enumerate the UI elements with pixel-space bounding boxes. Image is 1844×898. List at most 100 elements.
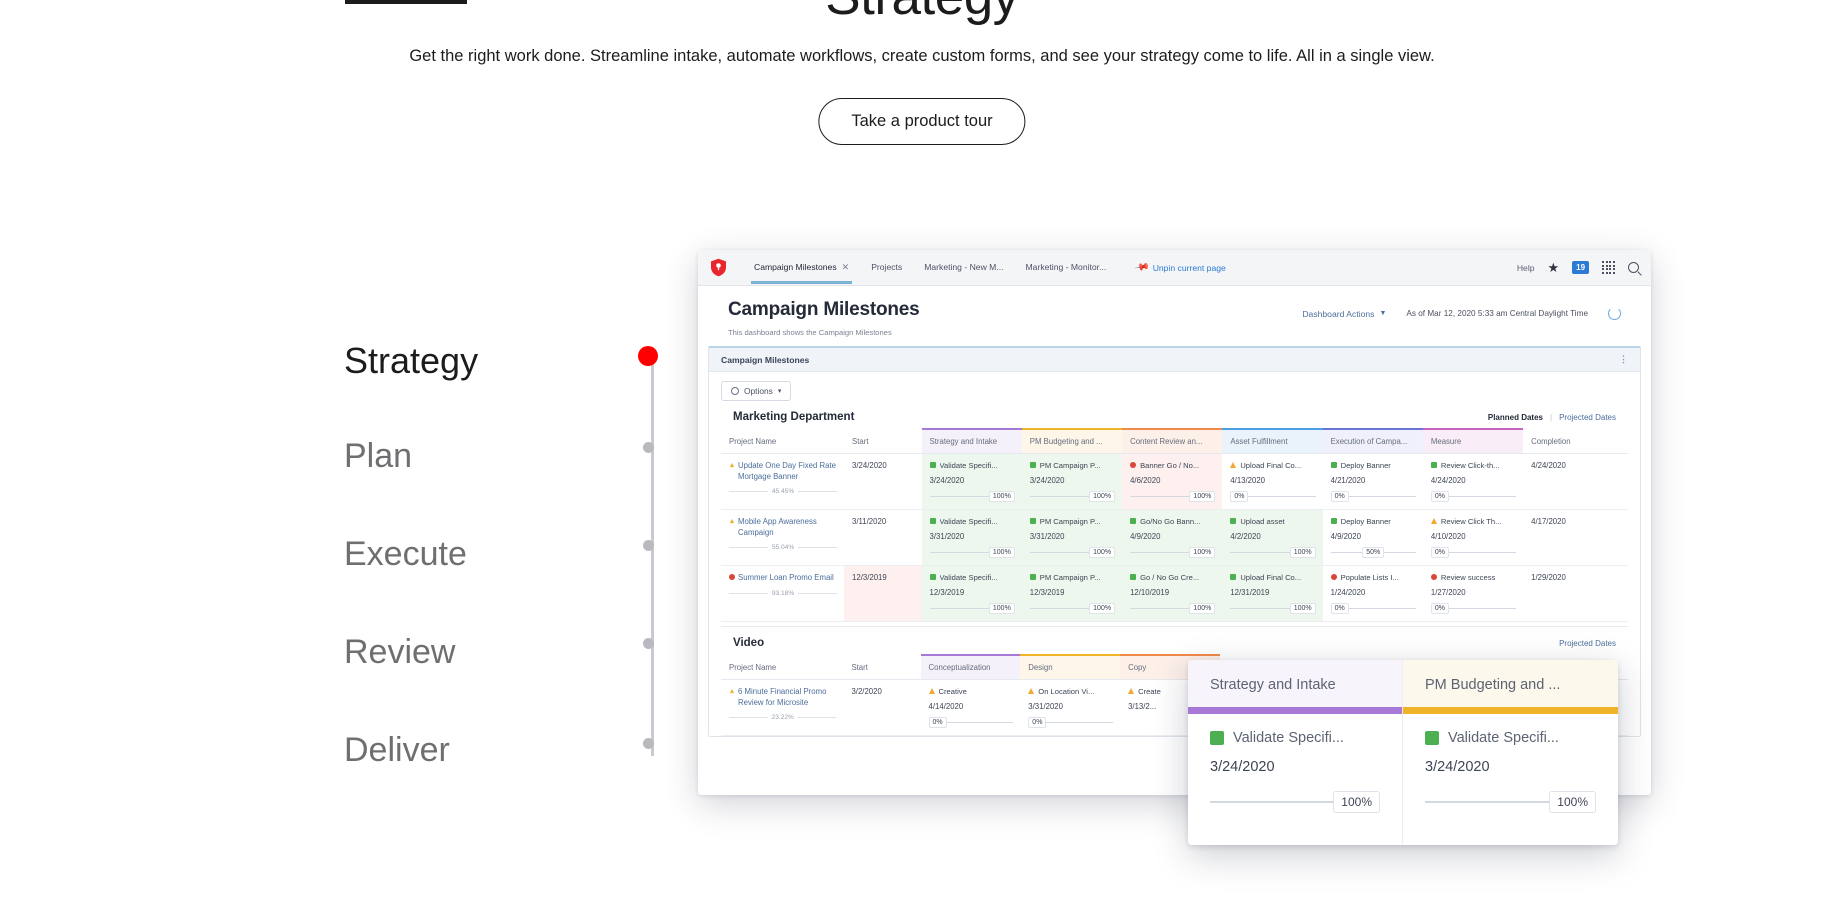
- unpin-current-page-button[interactable]: 📌 Unpin current page: [1117, 259, 1225, 275]
- help-link[interactable]: Help: [1517, 263, 1535, 273]
- col-start[interactable]: Start: [844, 429, 922, 454]
- close-icon[interactable]: ✕: [842, 262, 850, 273]
- marketing-table: Project Name Start Strategy and Intake P…: [721, 428, 1628, 622]
- cell-project-name[interactable]: Summer Loan Promo Email 93.18%: [721, 565, 845, 622]
- cell-task[interactable]: Validate Specifi... 12/3/2019 100%: [921, 565, 1022, 622]
- cell-task[interactable]: Validate Specifi... 3/31/2020 100%: [921, 509, 1022, 566]
- col-measure[interactable]: Measure: [1422, 428, 1524, 454]
- cell-task[interactable]: Creative 4/14/2020 0%: [920, 679, 1021, 736]
- cell-project-name[interactable]: 6 Minute Financial Promo Review for Micr…: [721, 679, 844, 736]
- stepper-item-strategy[interactable]: Strategy: [344, 340, 674, 388]
- table-row[interactable]: Update One Day Fixed Rate Mortgage Banne…: [721, 453, 1628, 510]
- stepper-item-review[interactable]: Review: [344, 633, 674, 681]
- notification-badge[interactable]: 19: [1572, 261, 1590, 274]
- nav-tab-label: Campaign Milestones: [754, 262, 837, 272]
- col-design[interactable]: Design: [1020, 654, 1121, 680]
- cell-task[interactable]: On Location Vi... 3/31/2020 0%: [1020, 679, 1121, 736]
- cell-task[interactable]: Validate Specifi... 3/24/2020 100%: [921, 453, 1022, 510]
- task-name: Validate Specifi...: [939, 517, 998, 526]
- col-pm-budgeting[interactable]: PM Budgeting and ...: [1021, 428, 1123, 454]
- cell-task[interactable]: Review Click Th... 4/10/2020 0%: [1422, 509, 1524, 566]
- col-project-name[interactable]: Project Name: [721, 655, 844, 680]
- panel-title: Campaign Milestones: [721, 354, 810, 365]
- stepper-item-deliver[interactable]: Deliver: [344, 731, 674, 779]
- info-icon[interactable]: ⋮: [1619, 354, 1628, 365]
- search-icon[interactable]: [1628, 262, 1639, 273]
- task-name: Deploy Banner: [1340, 517, 1391, 526]
- magnifier-column-strategy: Strategy and Intake Validate Specifi... …: [1188, 660, 1403, 845]
- cell-task[interactable]: PM Campaign P... 3/31/2020 100%: [1021, 509, 1123, 566]
- gear-icon: [731, 387, 739, 395]
- magnifier-task-row[interactable]: Validate Specifi...: [1425, 730, 1596, 746]
- star-icon[interactable]: ★: [1548, 261, 1560, 274]
- nav-tab-campaign-milestones[interactable]: Campaign Milestones ✕: [743, 252, 860, 284]
- task-pct: 100%: [988, 491, 1015, 502]
- cell-task[interactable]: Banner Go / No... 4/6/2020 100%: [1122, 453, 1223, 510]
- project-name-link[interactable]: 6 Minute Financial Promo Review for Micr…: [738, 687, 836, 708]
- task-date: 12/10/2019: [1130, 588, 1170, 597]
- task-date: 4/9/2020: [1330, 532, 1361, 541]
- video-projected-dates-tab[interactable]: Projected Dates: [1559, 639, 1616, 648]
- options-button[interactable]: Options ▾: [721, 381, 792, 401]
- magnifier-task-date: 3/24/2020: [1425, 759, 1490, 775]
- task-pct: 100%: [1089, 547, 1116, 558]
- task-pct: 100%: [1289, 547, 1316, 558]
- cell-task[interactable]: Go/No Go Bann... 4/9/2020 100%: [1122, 509, 1223, 566]
- cell-task[interactable]: Deploy Banner 4/9/2020 50%: [1322, 509, 1423, 566]
- chevron-down-icon: ▼: [1379, 310, 1387, 317]
- cell-task[interactable]: Upload asset 4/2/2020 100%: [1222, 509, 1323, 566]
- task-name: Validate Specifi...: [939, 461, 998, 470]
- cell-task[interactable]: PM Campaign P... 3/24/2020 100%: [1021, 453, 1123, 510]
- shield-logo-icon[interactable]: [710, 258, 727, 277]
- magnifier-task-row[interactable]: Validate Specifi...: [1210, 730, 1380, 746]
- dashboard-actions-dropdown[interactable]: Dashboard Actions ▼: [1302, 309, 1386, 319]
- take-product-tour-button[interactable]: Take a product tour: [818, 98, 1026, 145]
- cell-task[interactable]: Upload Final Co... 4/13/2020 0%: [1222, 453, 1323, 510]
- col-conceptualization[interactable]: Conceptualization: [920, 654, 1021, 680]
- dashboard-header: Campaign Milestones This dashboard shows…: [698, 286, 1651, 346]
- col-start[interactable]: Start: [843, 655, 921, 680]
- col-asset-fulfillment[interactable]: Asset Fulfillment: [1222, 428, 1323, 454]
- grid-icon[interactable]: [1602, 261, 1615, 274]
- cell-task[interactable]: Deploy Banner 4/21/2020 0%: [1322, 453, 1423, 510]
- cell-task[interactable]: Review success 1/27/2020 0%: [1422, 565, 1524, 622]
- cell-project-name[interactable]: Mobile App Awareness Campaign 55.04%: [721, 509, 845, 566]
- task-pct: 0%: [928, 717, 947, 728]
- task-pct: 100%: [988, 603, 1015, 614]
- projected-dates-tab[interactable]: Projected Dates: [1559, 413, 1616, 422]
- marketing-table-header-row: Project Name Start Strategy and Intake P…: [721, 428, 1628, 454]
- cell-start: 3/24/2020: [844, 453, 922, 510]
- col-execution-of-campaign[interactable]: Execution of Campa...: [1322, 428, 1423, 454]
- stepper-item-plan[interactable]: Plan: [344, 437, 674, 485]
- refresh-icon[interactable]: [1608, 307, 1621, 320]
- nav-tab-marketing-monitor[interactable]: Marketing - Monitor...: [1015, 252, 1118, 283]
- cell-task[interactable]: Upload Final Co... 12/31/2019 100%: [1222, 565, 1323, 622]
- marketing-department-row: Marketing Department Planned Dates | Pro…: [721, 401, 1628, 428]
- cell-task[interactable]: PM Campaign P... 12/3/2019 100%: [1021, 565, 1123, 622]
- project-name-link[interactable]: Mobile App Awareness Campaign: [738, 517, 837, 538]
- table-row[interactable]: Mobile App Awareness Campaign 55.04% 3/1…: [721, 509, 1628, 566]
- col-strategy-and-intake[interactable]: Strategy and Intake: [921, 428, 1022, 454]
- planned-dates-tab[interactable]: Planned Dates: [1488, 413, 1543, 422]
- task-pct: 0%: [1430, 603, 1449, 614]
- cell-task[interactable]: Review Click-th... 4/24/2020 0%: [1422, 453, 1524, 510]
- project-progress: 23.22%: [729, 714, 837, 721]
- project-name-link[interactable]: Summer Loan Promo Email: [738, 573, 834, 584]
- magnifier-body: Validate Specifi... 3/24/2020 100%: [1403, 714, 1618, 845]
- col-content-review[interactable]: Content Review an...: [1122, 428, 1223, 454]
- cell-task[interactable]: Go / No Go Cre... 12/10/2019 100%: [1122, 565, 1223, 622]
- task-pct: 0%: [1230, 491, 1249, 502]
- nav-tab-marketing-new[interactable]: Marketing - New M...: [913, 252, 1014, 283]
- video-dates-toggle: Projected Dates: [1559, 639, 1616, 648]
- col-completion[interactable]: Completion: [1523, 429, 1628, 454]
- cell-task[interactable]: Populate Lists I... 1/24/2020 0%: [1322, 565, 1423, 622]
- cell-project-name[interactable]: Update One Day Fixed Rate Mortgage Banne…: [721, 453, 845, 510]
- project-name-link[interactable]: Update One Day Fixed Rate Mortgage Banne…: [738, 461, 837, 482]
- task-name: Creative: [938, 687, 967, 696]
- status-square-green-icon: [1130, 574, 1137, 580]
- stepper-item-execute[interactable]: Execute: [344, 535, 674, 583]
- col-project-name[interactable]: Project Name: [721, 429, 845, 454]
- nav-tab-projects[interactable]: Projects: [860, 252, 913, 283]
- section-title-video: Video: [733, 637, 765, 649]
- table-row[interactable]: Summer Loan Promo Email 93.18% 12/3/2019: [721, 565, 1628, 622]
